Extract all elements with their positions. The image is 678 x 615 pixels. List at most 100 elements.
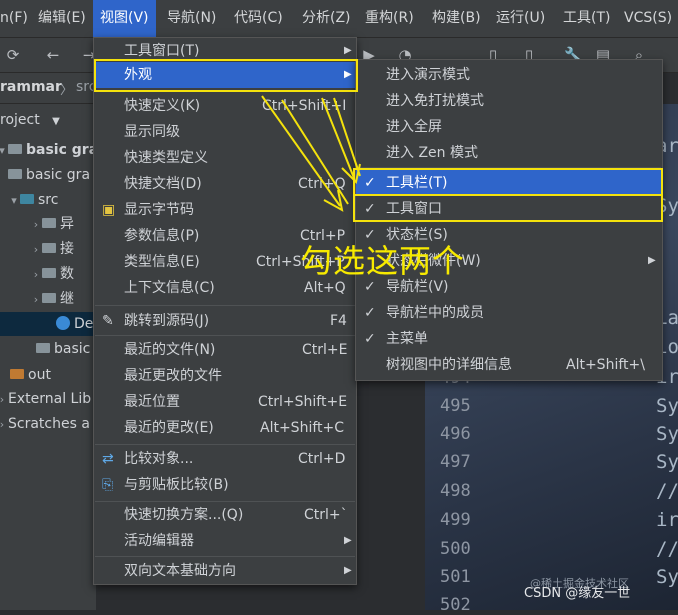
menu-item-recent-locations[interactable]: 最近位置 Ctrl+Shift+E	[94, 389, 356, 415]
chevron-right-icon: ›	[33, 293, 39, 306]
menu-item-show-siblings[interactable]: 显示同级	[94, 119, 356, 145]
checkmark-icon: ✓	[364, 331, 376, 347]
code-fragment: //	[656, 538, 678, 560]
shortcut-label: Ctrl+E	[302, 342, 348, 358]
menu-item-tree-view-details[interactable]: 树视图中的详细信息 Alt+Shift+\	[356, 352, 662, 378]
menu-item-bidi-text-direction[interactable]: 双向文本基础方向 ▶	[94, 558, 356, 584]
menu-build[interactable]: 构建(B)	[432, 0, 481, 37]
tree-item-label: basic gram	[26, 142, 96, 158]
tree-item[interactable]: › 接	[30, 237, 74, 261]
folder-icon	[42, 268, 56, 278]
menu-tools[interactable]: 工具(T)	[563, 0, 610, 37]
menu-item-label: 参数信息(P)	[124, 228, 200, 244]
back-arrow-icon[interactable]: ←	[44, 46, 62, 64]
tree-item[interactable]: › 异	[30, 212, 74, 236]
tree-item[interactable]: › External Lib	[0, 387, 91, 411]
menu-item-do-not-disturb[interactable]: 进入免打扰模式	[356, 88, 662, 114]
module-file-icon	[36, 343, 50, 353]
tree-item-label: basic	[54, 341, 91, 357]
view-menu-dropdown: 工具窗口(T) ▶ 外观 ▶ 快速定义(K) Ctrl+Shift+I 显示同级…	[93, 37, 357, 585]
line-number: 497	[440, 452, 471, 472]
tree-item[interactable]: › Scratches a	[0, 412, 90, 436]
breadcrumb-root[interactable]: rammar	[0, 79, 62, 95]
menu-file[interactable]: n(F)	[0, 0, 28, 37]
menu-item-quick-definition[interactable]: 快速定义(K) Ctrl+Shift+I	[94, 93, 356, 119]
menu-item-compare-clipboard[interactable]: ⎘ 与剪贴板比较(B)	[94, 472, 356, 498]
tree-item[interactable]: out	[10, 363, 51, 387]
code-fragment: Sy	[656, 451, 678, 473]
shortcut-label: Ctrl+Shift+I	[262, 98, 347, 114]
menu-refactor[interactable]: 重构(R)	[365, 0, 414, 37]
menu-item-active-editor[interactable]: 活动编辑器 ▶	[94, 528, 356, 554]
menu-item-recently-changed-files[interactable]: 最近更改的文件	[94, 363, 356, 389]
chevron-right-icon: ›	[33, 243, 39, 256]
tree-item[interactable]: › 数	[30, 262, 74, 286]
menu-item-members-in-navbar[interactable]: ✓ 导航栏中的成员	[356, 300, 662, 326]
annotation-box-tool-windows	[353, 194, 663, 222]
annotation-box-toolbar	[353, 168, 663, 196]
line-number: 501	[440, 567, 471, 587]
menu-item-label: 进入全屏	[386, 119, 442, 135]
chevron-down-icon: ▾	[0, 144, 5, 157]
menu-separator	[95, 444, 355, 445]
shortcut-label: Ctrl+D	[298, 451, 346, 467]
menu-item-label: 最近的更改(E)	[124, 420, 214, 436]
tree-item[interactable]: De	[0, 312, 96, 336]
menu-item-quick-documentation[interactable]: 快捷文档(D) Ctrl+Q	[94, 171, 356, 197]
menu-item-quick-type-definition[interactable]: 快速类型定义	[94, 145, 356, 171]
menu-view[interactable]: 视图(V)	[93, 0, 156, 37]
shortcut-label: Ctrl+Q	[298, 176, 346, 192]
tree-item-label: 数	[60, 266, 74, 282]
menu-item-label: 双向文本基础方向	[124, 563, 236, 579]
menu-edit[interactable]: 编辑(E)	[38, 0, 86, 37]
menu-item-compare-with[interactable]: ⇄ 比较对象... Ctrl+D	[94, 446, 356, 472]
folder-icon	[42, 218, 56, 228]
tree-item[interactable]: ▾ basic gram	[0, 138, 96, 162]
menu-item-show-bytecode[interactable]: ▣ 显示字节码	[94, 197, 356, 223]
tree-item-label: 异	[60, 216, 74, 232]
chevron-down-icon: ▾	[11, 194, 17, 207]
menu-item-full-screen[interactable]: 进入全屏	[356, 114, 662, 140]
menu-vcs[interactable]: VCS(S)	[624, 0, 672, 37]
menu-item-label: 快速类型定义	[124, 150, 208, 166]
menu-item-label: 比较对象...	[124, 451, 194, 467]
code-fragment: //	[656, 480, 678, 502]
project-header[interactable]: roject ▼	[0, 108, 60, 132]
tree-item[interactable]: ▾ src	[8, 188, 58, 212]
menu-analyze[interactable]: 分析(Z)	[302, 0, 351, 37]
menu-item-main-menu[interactable]: ✓ 主菜单	[356, 326, 662, 352]
shortcut-label: F4	[330, 313, 347, 329]
menu-item-jump-to-source[interactable]: ✎ 跳转到源码(J) F4	[94, 308, 356, 334]
tree-item[interactable]: basic gra	[8, 163, 90, 187]
shortcut-label: Ctrl+Shift+E	[258, 394, 348, 410]
menu-item-quick-switch-scheme[interactable]: 快速切换方案...(Q) Ctrl+`	[94, 502, 356, 528]
sync-icon[interactable]: ⟳	[4, 46, 22, 64]
tree-item[interactable]: basic	[36, 337, 90, 361]
menu-item-label: 最近的文件(N)	[124, 342, 216, 358]
menu-item-zen-mode[interactable]: 进入 Zen 模式	[356, 140, 662, 166]
chevron-right-icon: ›	[0, 418, 5, 431]
menu-code[interactable]: 代码(C)	[234, 0, 283, 37]
menu-item-label: 树视图中的详细信息	[386, 357, 512, 373]
annotation-text: 勾选这两个	[300, 242, 466, 280]
folder-icon	[10, 369, 24, 379]
menu-item-label: 上下文信息(C)	[124, 280, 215, 296]
menu-item-label: 活动编辑器	[124, 533, 194, 549]
code-fragment: Sy	[656, 395, 678, 417]
line-number: 495	[440, 396, 471, 416]
folder-icon	[8, 144, 22, 154]
folder-icon	[42, 293, 56, 303]
menu-navigate[interactable]: 导航(N)	[167, 0, 216, 37]
menu-item-presentation-mode[interactable]: 进入演示模式	[356, 62, 662, 88]
folder-icon	[20, 194, 34, 204]
tree-item[interactable]: › 继	[30, 287, 74, 311]
menu-item-recent-files[interactable]: 最近的文件(N) Ctrl+E	[94, 337, 356, 363]
chevron-down-icon[interactable]: ▼	[52, 116, 60, 127]
menu-item-label: 最近位置	[124, 394, 180, 410]
bytecode-icon: ▣	[102, 202, 116, 218]
menu-item-recent-changes[interactable]: 最近的更改(E) Alt+Shift+C	[94, 415, 356, 441]
main-menu-bar: n(F) 编辑(E) 视图(V) 导航(N) 代码(C) 分析(Z) 重构(R)…	[0, 0, 678, 38]
menu-run[interactable]: 运行(U)	[496, 0, 545, 37]
shortcut-label: Ctrl+`	[304, 507, 348, 523]
tree-item-label: De	[74, 316, 94, 332]
